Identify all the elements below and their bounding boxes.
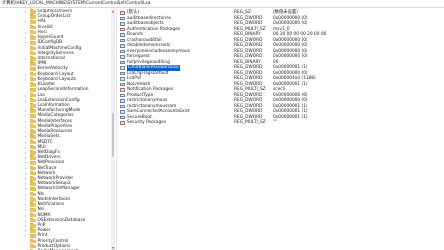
binary-value-icon bbox=[120, 60, 125, 65]
binary-value-icon bbox=[120, 44, 125, 48]
folder-icon bbox=[30, 186, 36, 192]
folder-icon bbox=[30, 51, 36, 56]
string-value-icon bbox=[120, 121, 125, 125]
folder-icon bbox=[30, 56, 36, 61]
binary-value-icon bbox=[120, 115, 125, 120]
string-value-icon bbox=[120, 27, 125, 32]
address-path[interactable]: 计算机\HKEY_LOCAL_MACHINE\SYSTEM\CurrentCon… bbox=[2, 1, 150, 6]
folder-icon bbox=[30, 35, 36, 40]
folder-icon bbox=[30, 191, 36, 197]
address-bar[interactable]: 计算机\HKEY_LOCAL_MACHINE\SYSTEM\CurrentCon… bbox=[0, 0, 444, 8]
binary-value-icon bbox=[120, 33, 125, 37]
binary-value-icon bbox=[120, 82, 125, 87]
binary-value-icon bbox=[120, 49, 125, 54]
folder-icon bbox=[30, 14, 36, 19]
folder-icon bbox=[30, 145, 36, 150]
value-name: Security Packages bbox=[127, 120, 167, 126]
folder-icon bbox=[30, 61, 36, 66]
folder-icon bbox=[30, 197, 36, 202]
binary-value-icon bbox=[120, 16, 125, 21]
folder-icon bbox=[30, 118, 36, 124]
folder-icon bbox=[30, 66, 36, 71]
folder-icon bbox=[30, 24, 36, 30]
binary-value-icon bbox=[120, 71, 125, 76]
scroll-up-icon[interactable]: ▲ bbox=[111, 9, 115, 13]
string-value-icon bbox=[120, 11, 125, 15]
folder-icon bbox=[30, 228, 36, 233]
folder-icon bbox=[30, 98, 36, 103]
folder-icon bbox=[30, 30, 36, 35]
tree-scrollbar[interactable]: ▲ ▼ bbox=[111, 9, 115, 250]
folder-icon bbox=[30, 212, 36, 218]
binary-value-icon bbox=[120, 66, 125, 70]
folder-icon bbox=[30, 202, 36, 207]
folder-icon bbox=[30, 207, 36, 212]
binary-value-icon bbox=[120, 55, 125, 59]
folder-icon bbox=[30, 129, 36, 134]
binary-value-icon bbox=[120, 22, 125, 26]
folder-icon bbox=[30, 45, 36, 51]
folder-icon bbox=[30, 160, 36, 165]
folder-icon bbox=[30, 113, 36, 118]
folder-icon bbox=[30, 233, 36, 239]
folder-icon bbox=[30, 150, 36, 155]
folder-icon bbox=[30, 223, 36, 228]
binary-value-icon bbox=[120, 99, 125, 103]
folder-icon bbox=[30, 108, 36, 113]
value-row[interactable]: Security Packages REG_MULTI_SZ "" bbox=[117, 120, 444, 126]
binary-value-icon bbox=[120, 77, 125, 81]
folder-icon bbox=[30, 176, 36, 181]
folder-icon bbox=[30, 181, 36, 186]
folder-icon bbox=[30, 82, 36, 87]
value-data: "" bbox=[273, 120, 277, 126]
folder-icon bbox=[30, 77, 36, 82]
scrollbar-thumb[interactable] bbox=[111, 113, 115, 157]
folder-icon bbox=[30, 244, 36, 249]
binary-value-icon bbox=[120, 38, 125, 43]
folder-icon bbox=[30, 103, 36, 108]
folder-icon bbox=[30, 139, 36, 145]
value-type: REG_MULTI_SZ bbox=[234, 120, 266, 126]
folder-icon bbox=[30, 71, 36, 77]
folder-icon bbox=[30, 155, 36, 160]
folder-icon bbox=[30, 19, 36, 25]
folder-icon bbox=[30, 92, 36, 98]
binary-value-icon bbox=[120, 93, 125, 98]
binary-value-icon bbox=[120, 104, 125, 109]
binary-value-icon bbox=[120, 110, 125, 114]
scroll-down-icon[interactable]: ▼ bbox=[111, 246, 115, 250]
folder-icon bbox=[30, 87, 36, 92]
folder-icon bbox=[30, 134, 36, 139]
string-value-icon bbox=[120, 88, 125, 92]
folder-icon bbox=[30, 218, 36, 223]
registry-values-list[interactable]: (默认) REG_SZ (数值未设置) auditbasedirectories REG… bbox=[117, 9, 444, 250]
folder-icon bbox=[30, 40, 36, 45]
registry-key-tree[interactable]: › GraphicsDrivers GroupOrderList › HAL hiveli… bbox=[0, 9, 110, 250]
folder-icon bbox=[30, 124, 36, 129]
folder-icon bbox=[30, 171, 36, 176]
folder-icon bbox=[30, 9, 36, 14]
folder-icon bbox=[30, 165, 36, 171]
folder-icon bbox=[30, 238, 36, 244]
